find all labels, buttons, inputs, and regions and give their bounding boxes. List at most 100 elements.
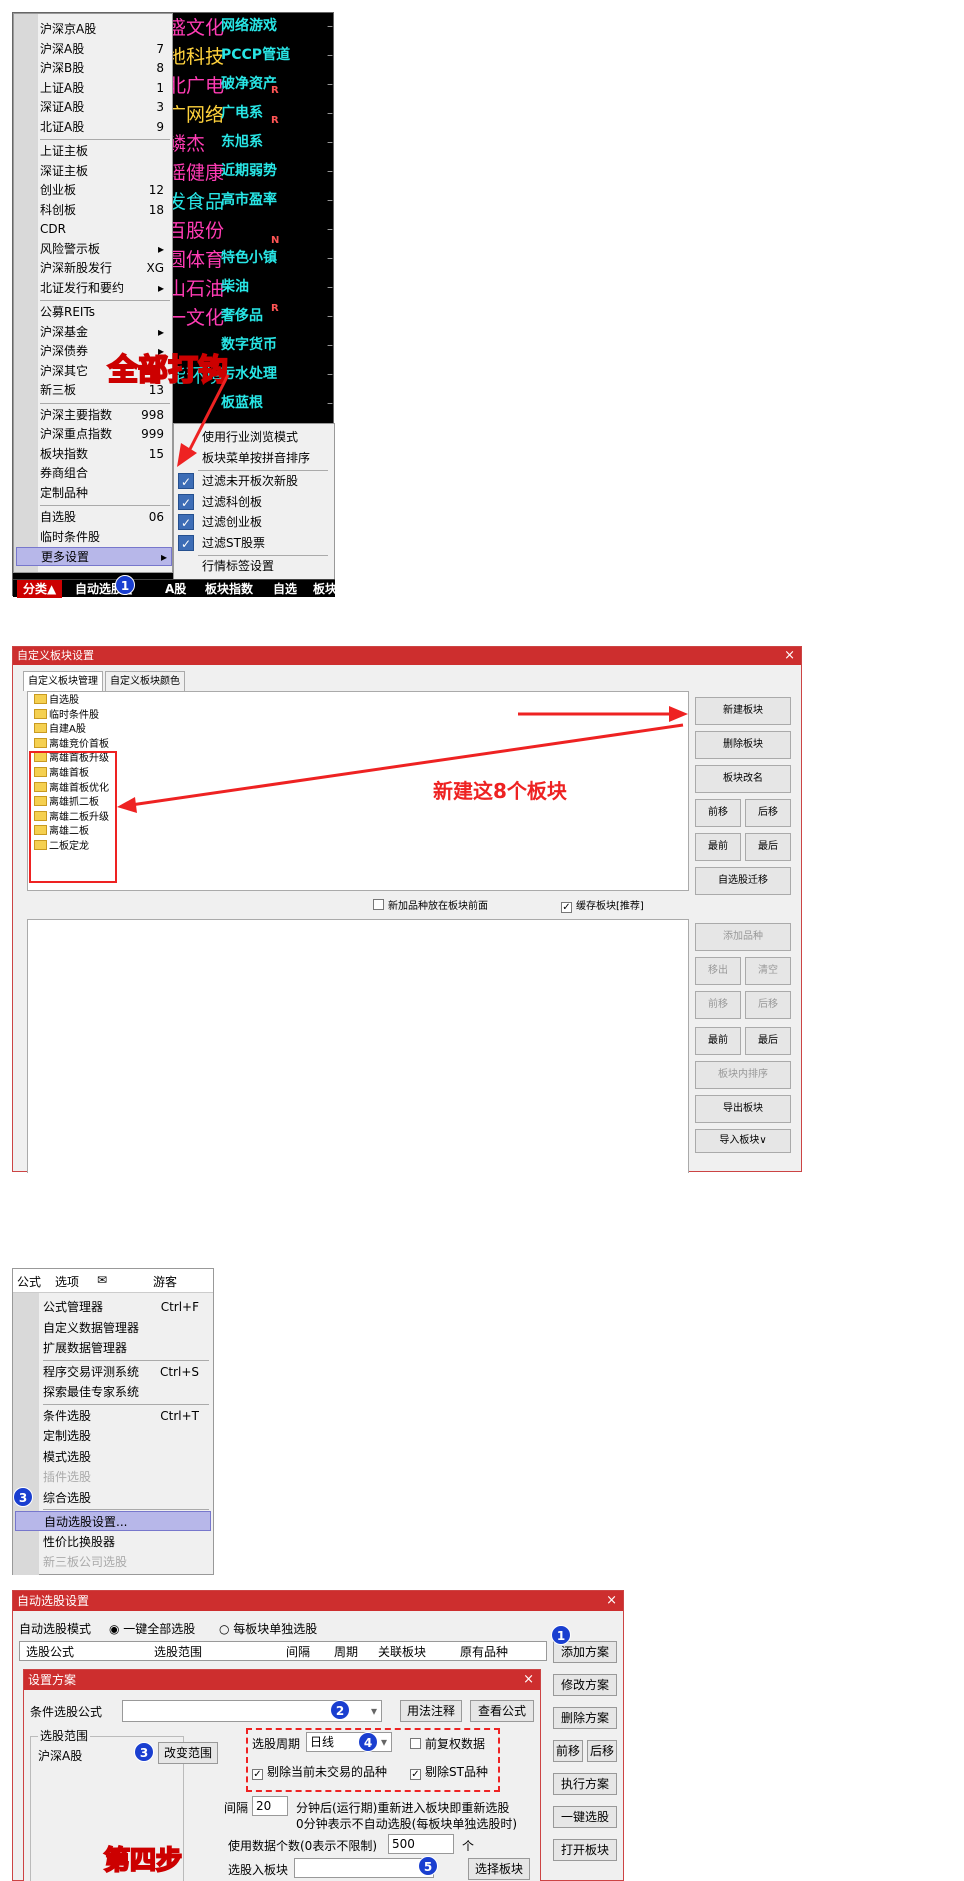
menu-formula[interactable]: 公式 — [17, 1273, 41, 1290]
submenu-item[interactable]: 行情标签设置 — [202, 557, 332, 576]
bottom-tab[interactable]: 分类▲ — [17, 580, 63, 598]
category-menu-item[interactable]: 北证发行和要约 ▸ — [40, 279, 168, 298]
formula-menu-item[interactable]: 程序交易评测系统 Ctrl+S — [43, 1362, 211, 1382]
move-first-button[interactable]: 最前 — [695, 833, 741, 861]
bottom-tab[interactable]: A股 — [165, 580, 186, 598]
interval-input[interactable]: 20 — [252, 1796, 288, 1816]
stock-name[interactable]: 圆体育 — [167, 249, 224, 271]
menu-options[interactable]: 选项 — [55, 1273, 79, 1290]
category-menu-item[interactable]: 沪深A股 7 — [40, 40, 168, 59]
new-sector-button[interactable]: 新建板块 — [695, 697, 791, 725]
sector-name[interactable]: 特色小镇 — [221, 247, 277, 267]
move-down-button[interactable]: 后移 — [745, 799, 791, 827]
bottom-tab[interactable]: 自选 — [273, 580, 297, 598]
formula-menu-item[interactable]: 模式选股 — [43, 1447, 211, 1467]
no-trade-checkbox[interactable]: ✓ 剔除当前未交易的品种 — [252, 1764, 387, 1780]
submenu-item[interactable]: 过滤科创板 — [202, 493, 332, 512]
stock-name[interactable]: 北广电 — [167, 75, 224, 97]
category-menu-item[interactable]: CDR — [40, 220, 168, 239]
formula-menu-item[interactable]: 探索最佳专家系统 — [43, 1382, 211, 1402]
execute-plan-button[interactable]: 执行方案 — [553, 1773, 617, 1795]
sector-name[interactable]: 高市盈率 — [221, 189, 277, 209]
sort-items-button[interactable]: 板块内排序 — [695, 1061, 791, 1089]
add-item-button[interactable]: 添加品种 — [695, 923, 791, 951]
formula-menu-item[interactable]: 自定义数据管理器 — [43, 1318, 211, 1338]
category-menu-item[interactable]: 深证A股 3 — [40, 98, 168, 117]
mail-icon[interactable]: ✉ — [97, 1273, 107, 1287]
sector-name[interactable]: 网络游戏 — [221, 15, 277, 35]
stock-name[interactable]: 地科技 — [167, 46, 224, 68]
submenu-item[interactable]: 过滤创业板 — [202, 513, 332, 532]
delete-sector-button[interactable]: 删除板块 — [695, 731, 791, 759]
stock-name[interactable]: 瑶健康 — [167, 162, 224, 184]
formula-menu-item[interactable]: 条件选股 Ctrl+T — [43, 1406, 211, 1426]
sector-name[interactable]: 数字货币 — [221, 334, 277, 354]
adjust-checkbox[interactable]: 前复权数据 — [410, 1736, 485, 1752]
item-down-button[interactable]: 后移 — [745, 991, 791, 1019]
tab-sector-manage[interactable]: 自定义板块管理 — [23, 671, 103, 691]
plan-down-button[interactable]: 后移 — [587, 1740, 617, 1762]
sector-folder[interactable]: 临时条件股 — [34, 708, 99, 723]
sector-name[interactable]: 破净资产 — [221, 73, 277, 93]
migrate-watchlist-button[interactable]: 自选股迁移 — [695, 867, 791, 895]
count-input[interactable]: 500 — [388, 1834, 454, 1854]
sector-name[interactable]: 柴油 — [221, 276, 249, 296]
formula-menu-item[interactable]: 综合选股 — [43, 1488, 211, 1508]
formula-menu-item[interactable]: 公式管理器 Ctrl+F — [43, 1297, 211, 1317]
category-menu-item[interactable]: 沪深B股 8 — [40, 59, 168, 78]
category-menu-item[interactable]: 创业板 12 — [40, 181, 168, 200]
change-range-button[interactable]: 改变范围 — [158, 1742, 218, 1764]
bottom-tab[interactable]: 板块 — [313, 580, 337, 598]
bottom-tab[interactable]: 板块指数 — [205, 580, 253, 598]
select-sector-button[interactable]: 选择板块 — [468, 1858, 530, 1880]
category-menu-item[interactable]: 深证主板 — [40, 162, 168, 181]
plan-up-button[interactable]: 前移 — [553, 1740, 583, 1762]
remove-item-button[interactable]: 移出 — [695, 957, 741, 985]
stock-name[interactable]: 一文化 — [167, 307, 224, 329]
formula-menu-item[interactable]: 扩展数据管理器 — [43, 1338, 211, 1358]
formula-menu-item[interactable]: 定制选股 — [43, 1426, 211, 1446]
stock-name[interactable]: 盛文化 — [167, 17, 224, 39]
move-last-button[interactable]: 最后 — [745, 833, 791, 861]
open-sector-button[interactable]: 打开板块 — [553, 1839, 617, 1861]
stock-name[interactable]: 百股份 — [167, 220, 224, 242]
item-first-button[interactable]: 最前 — [695, 1027, 741, 1055]
category-menu-item[interactable]: 沪深主要指数 998 — [40, 406, 168, 425]
mode-each-radio[interactable]: ○ 每板块单独选股 — [219, 1621, 317, 1637]
item-up-button[interactable]: 前移 — [695, 991, 741, 1019]
view-formula-button[interactable]: 查看公式 — [470, 1700, 534, 1722]
sector-name[interactable]: 东旭系 — [221, 131, 263, 151]
mode-all-radio[interactable]: ◉ 一键全部选股 — [109, 1621, 195, 1637]
category-menu-item[interactable]: 自选股 06 — [40, 508, 168, 527]
sector-folder[interactable]: 自选股 — [34, 694, 79, 708]
modify-plan-button[interactable]: 修改方案 — [553, 1674, 617, 1696]
formula-menu-item[interactable]: 性价比换股器 — [43, 1532, 211, 1552]
formula-menu-item[interactable]: 新三板公司选股 — [43, 1552, 211, 1572]
category-menu-item[interactable]: 沪深京A股 — [40, 20, 168, 39]
st-checkbox[interactable]: ✓ 剔除ST品种 — [410, 1764, 488, 1780]
one-key-select-button[interactable]: 一键选股 — [553, 1806, 617, 1828]
sector-items-list[interactable] — [27, 919, 689, 1173]
sector-name[interactable]: 奢侈品 — [221, 305, 263, 325]
sector-folder[interactable]: 自建A股 — [34, 723, 86, 737]
stock-name[interactable]: 山石油 — [167, 278, 224, 300]
add-front-checkbox[interactable]: 新加品种放在板块前面 — [373, 899, 488, 915]
stock-name[interactable]: 广网络 — [167, 104, 224, 126]
category-menu-item[interactable]: 沪深重点指数 999 — [40, 425, 168, 444]
period-select[interactable]: 日线 ▾ — [306, 1732, 392, 1752]
move-up-button[interactable]: 前移 — [695, 799, 741, 827]
category-menu-item[interactable]: 公募REITs — [40, 303, 168, 322]
category-menu-item[interactable]: 北证A股 9 — [40, 118, 168, 137]
usage-note-button[interactable]: 用法注释 — [400, 1700, 462, 1722]
import-sector-button[interactable]: 导入板块∨ — [695, 1129, 791, 1153]
menu-guest[interactable]: 游客 — [153, 1273, 177, 1290]
category-menu-item[interactable]: 风险警示板 ▸ — [40, 240, 168, 259]
formula-menu-item[interactable]: 插件选股 — [43, 1467, 211, 1487]
close-icon[interactable]: × — [606, 1591, 617, 1611]
category-menu-item[interactable]: 更多设置 ▸ — [16, 547, 172, 566]
submenu-item[interactable]: 过滤未开板次新股 — [202, 472, 332, 491]
close-icon[interactable]: × — [784, 647, 795, 665]
category-menu-item[interactable]: 券商组合 — [40, 464, 168, 483]
category-menu-item[interactable]: 科创板 18 — [40, 201, 168, 220]
category-menu-item[interactable]: 沪深新股发行 XG — [40, 259, 168, 278]
